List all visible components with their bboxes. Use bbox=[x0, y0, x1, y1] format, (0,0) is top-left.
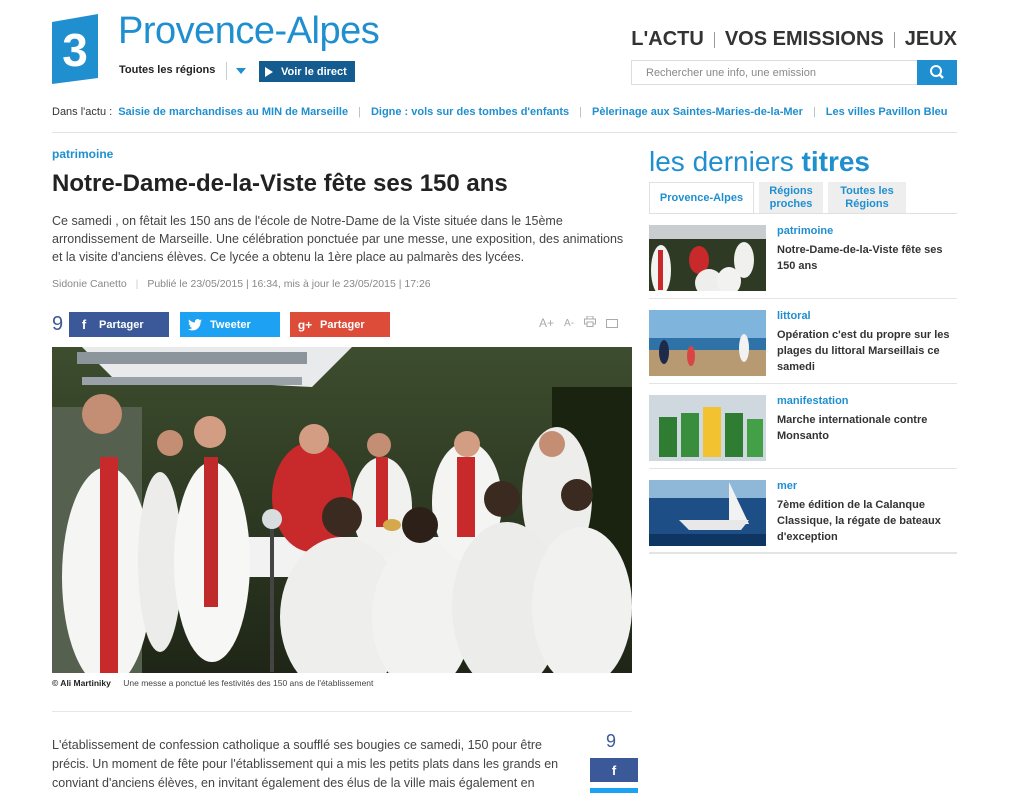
news-item[interactable]: littoral Opération c'est du propre sur l… bbox=[649, 300, 957, 384]
publish-date: Publié le 23/05/2015 | 16:34, mis à jour… bbox=[147, 278, 431, 290]
france3-logo[interactable]: 3 bbox=[52, 14, 98, 84]
main-nav: L'ACTU VOS EMISSIONS JEUX bbox=[631, 28, 957, 51]
news-category[interactable]: mer bbox=[777, 480, 797, 492]
divider bbox=[52, 711, 632, 712]
google-plus-share-label: Partager bbox=[320, 318, 365, 331]
facebook-icon: f bbox=[611, 762, 617, 778]
trending-bar: Dans l'actu : Saisie de marchandises au … bbox=[52, 106, 947, 118]
news-item[interactable]: patrimoine Notre-Dame-de-la-Viste fête s… bbox=[649, 215, 957, 299]
divider: | bbox=[358, 106, 361, 118]
news-item[interactable]: manifestation Marche internationale cont… bbox=[649, 385, 957, 469]
article-tools: A+ A- bbox=[539, 315, 628, 330]
svg-text:3: 3 bbox=[62, 24, 88, 76]
latest-tabs: Provence-Alpes Régions proches Toutes le… bbox=[649, 182, 911, 214]
latest-headlines-title: les derniers titres bbox=[649, 146, 870, 177]
article-category[interactable]: patrimoine bbox=[52, 147, 113, 161]
news-category[interactable]: patrimoine bbox=[777, 225, 833, 237]
google-plus-icon: g+ bbox=[297, 317, 313, 332]
news-title[interactable]: Marche internationale contre Monsanto bbox=[777, 412, 953, 444]
font-decrease-icon[interactable]: A- bbox=[564, 318, 574, 329]
news-title[interactable]: Notre-Dame-de-la-Viste fête ses 150 ans bbox=[777, 242, 953, 274]
twitter-share-button[interactable]: Tweeter bbox=[180, 312, 280, 337]
tab-toutes-regions[interactable]: Toutes les Régions bbox=[828, 182, 906, 214]
facebook-share-button[interactable]: f Partager bbox=[69, 312, 169, 337]
trending-link[interactable]: Pèlerinage aux Saintes-Maries-de-la-Mer bbox=[592, 106, 803, 118]
live-button-label: Voir le direct bbox=[281, 65, 347, 78]
chevron-down-icon[interactable] bbox=[226, 62, 250, 80]
byline: Sidonie Canetto | Publié le 23/05/2015 |… bbox=[52, 278, 431, 290]
email-icon[interactable] bbox=[606, 318, 619, 328]
nav-item-actu[interactable]: L'ACTU bbox=[631, 28, 704, 51]
photo-caption: © Ali Martiniky Une messe a ponctué les … bbox=[52, 678, 373, 688]
news-thumbnail[interactable] bbox=[649, 395, 766, 461]
trending-label: Dans l'actu : bbox=[52, 106, 113, 118]
nav-divider bbox=[893, 31, 895, 48]
trending-link[interactable]: Digne : vols sur des tombes d'enfants bbox=[371, 106, 569, 118]
trending-link[interactable]: Saisie de marchandises au MIN de Marseil… bbox=[118, 106, 348, 118]
article-body: L'établissement de confession catholique… bbox=[52, 738, 559, 790]
search-input[interactable]: Rechercher une info, une emission bbox=[631, 60, 918, 85]
divider bbox=[649, 213, 957, 214]
twitter-share-button[interactable] bbox=[590, 788, 638, 793]
facebook-share-label: Partager bbox=[99, 318, 144, 331]
news-title[interactable]: 7ème édition de la Calanque Classique, l… bbox=[777, 497, 953, 545]
photo-caption-text: Une messe a ponctué les festivités des 1… bbox=[123, 678, 374, 688]
nav-item-jeux[interactable]: JEUX bbox=[905, 28, 957, 51]
news-thumbnail[interactable] bbox=[649, 225, 766, 291]
article-photo bbox=[52, 347, 632, 673]
facebook-share-button[interactable]: f bbox=[590, 758, 638, 782]
news-title[interactable]: Opération c'est du propre sur les plages… bbox=[777, 327, 953, 375]
divider: | bbox=[579, 106, 583, 118]
twitter-share-label: Tweeter bbox=[210, 318, 251, 331]
news-category[interactable]: manifestation bbox=[777, 395, 849, 407]
nav-divider bbox=[713, 31, 715, 48]
news-category[interactable]: littoral bbox=[777, 310, 811, 322]
search-button[interactable] bbox=[917, 60, 957, 85]
play-icon bbox=[265, 66, 273, 77]
regions-selector-label[interactable]: Toutes les régions bbox=[119, 64, 215, 76]
news-thumbnail[interactable] bbox=[649, 310, 766, 376]
side-share-count: 9 bbox=[606, 731, 617, 751]
news-thumbnail[interactable] bbox=[649, 480, 766, 546]
share-count: 9 bbox=[52, 313, 64, 335]
site-title[interactable]: Provence-Alpes bbox=[118, 10, 380, 53]
tab-provence-alpes[interactable]: Provence-Alpes bbox=[649, 182, 754, 214]
divider: | bbox=[812, 106, 816, 118]
search-icon bbox=[930, 65, 944, 79]
article-lede: Ce samedi , on fêtait les 150 ans de l'é… bbox=[52, 214, 624, 264]
twitter-icon bbox=[188, 318, 202, 332]
google-plus-share-button[interactable]: g+ Partager bbox=[290, 312, 390, 337]
divider bbox=[52, 132, 957, 133]
trending-link[interactable]: Les villes Pavillon Bleu bbox=[826, 106, 948, 118]
news-item[interactable]: mer 7ème édition de la Calanque Classiqu… bbox=[649, 470, 957, 554]
tab-regions-proches[interactable]: Régions proches bbox=[759, 182, 823, 214]
nav-item-emissions[interactable]: VOS EMISSIONS bbox=[725, 28, 884, 51]
print-icon[interactable] bbox=[584, 315, 597, 330]
photo-credit: © Ali Martiniky bbox=[52, 678, 111, 688]
facebook-icon: f bbox=[81, 317, 87, 332]
live-button[interactable]: Voir le direct bbox=[259, 61, 355, 82]
article-title: Notre-Dame-de-la-Viste fête ses 150 ans bbox=[52, 170, 508, 197]
author: Sidonie Canetto bbox=[52, 278, 127, 290]
font-increase-icon[interactable]: A+ bbox=[539, 316, 554, 330]
